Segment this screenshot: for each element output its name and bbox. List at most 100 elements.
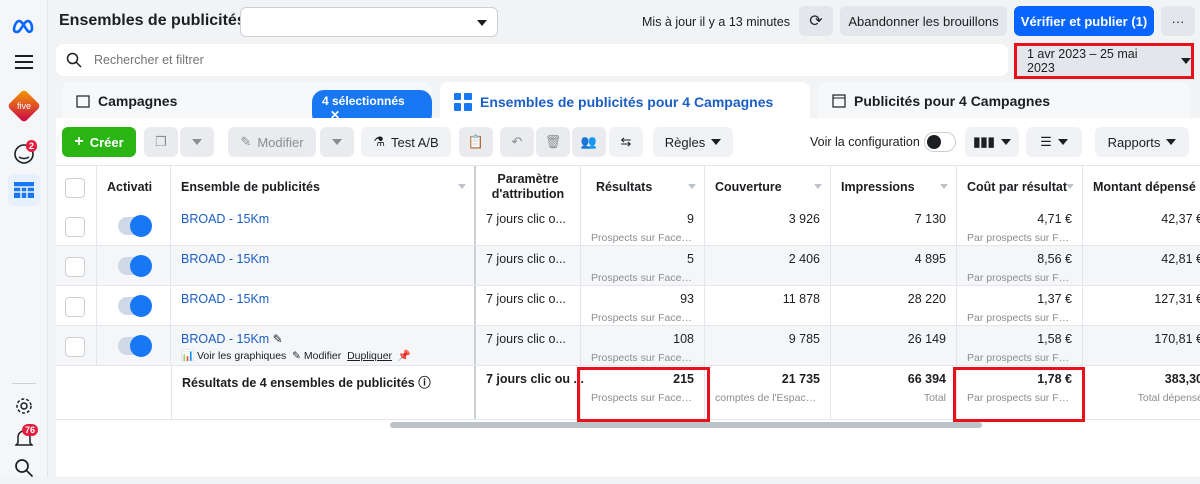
horizontal-scrollbar[interactable] [390,422,982,428]
table-row[interactable]: BROAD - 15Km 7 jours clic o... 93 Prospec… [56,286,1200,326]
discard-drafts-button[interactable]: Abandonner les brouillons [840,6,1007,36]
cpr-cell: 1,58 € Par prospects sur Fa... [957,326,1083,365]
adset-name-link[interactable]: BROAD - 15Km [181,332,269,346]
search-bar[interactable] [56,44,1008,76]
refresh-button[interactable]: ⟳ [799,6,833,36]
view-charts-link[interactable]: 📊 Voir les graphiques [181,350,286,362]
chevron-down-icon [332,139,342,145]
row-checkbox[interactable] [65,217,85,237]
left-sidebar: five 2 76 [0,0,48,478]
account-logo-icon[interactable]: five [7,89,41,123]
export-button[interactable]: ⇆ [609,127,643,157]
menu-icon[interactable] [8,46,40,78]
results-cell: 5 Prospects sur Faceb... [581,246,705,285]
row-checkbox[interactable] [65,297,85,317]
adset-name-link[interactable]: BROAD - 15Km [181,252,269,266]
columns-icon: ▮▮▮ [973,134,995,149]
col-cpr[interactable]: Coût par résultat [957,166,1083,206]
reach-cell: 3 926 [705,206,831,245]
reach-cell: 11 878 [705,286,831,325]
delete-button[interactable]: 🗑 [536,127,570,157]
last-updated: Mis à jour il y a 13 minutes [642,15,790,29]
table-row[interactable]: BROAD - 15Km 7 jours clic o... 9 Prospect… [56,206,1200,246]
row-checkbox[interactable] [65,337,85,357]
results-cell: 93 Prospects sur Faceb... [581,286,705,325]
duplicate-dropdown[interactable] [180,127,214,157]
summary-attribution: 7 jours clic ou ... [476,366,584,419]
adset-name-link[interactable]: BROAD - 15Km [181,292,269,306]
breakdown-button[interactable]: ☰ [1026,127,1082,157]
col-name[interactable]: Ensemble de publicités [171,166,476,206]
pin-icon[interactable]: 📌 [398,350,411,362]
view-config-label: Voir la configuration [810,135,920,149]
chevron-down-icon [477,20,487,26]
settings-gear-icon[interactable] [8,390,40,422]
adset-name-link[interactable]: BROAD - 15Km [181,212,269,226]
duplicate-icon: ❐ [155,134,167,149]
col-reach[interactable]: Couverture [705,166,831,206]
col-spent[interactable]: Montant dépensé [1083,166,1200,206]
col-results[interactable]: Résultats [581,166,705,206]
attribution-cell: 7 jours clic o... [476,326,581,365]
ab-test-button[interactable]: ⚗ Test A/B [361,127,451,157]
info-icon[interactable]: ⓘ [418,376,431,390]
spent-cell: 127,31 € [1154,292,1200,306]
more-button[interactable]: ··· [1161,6,1195,36]
tab-campaigns[interactable]: Campagnes 4 sélectionnés ✕ [62,82,432,126]
spent-cell: 42,37 € [1161,212,1200,226]
attribution-cell: 7 jours clic o... [476,246,581,285]
impressions-cell: 28 220 [831,286,957,325]
pencil-icon[interactable]: ✎ [273,332,283,346]
folder-icon [76,95,90,108]
table-row[interactable]: BROAD - 15Km 7 jours clic o... 5 Prospect… [56,246,1200,286]
breakdown-icon: ☰ [1040,134,1052,149]
clipboard-button[interactable]: 📋 [459,127,493,157]
duplicate-link[interactable]: Dupliquer [347,350,392,362]
impressions-cell: 4 895 [831,246,957,285]
tab-adsets[interactable]: Ensembles de publicités pour 4 Campagnes [440,82,810,122]
ads-manager-table-icon[interactable] [8,174,40,206]
undo-button[interactable]: ↶ [500,127,534,157]
activation-toggle[interactable] [117,295,152,317]
sort-icon [940,184,948,189]
notifications-face-icon[interactable]: 2 [8,138,40,170]
col-activation[interactable]: Activati [97,166,171,206]
search-input[interactable] [94,50,974,70]
row-checkbox[interactable] [65,257,85,277]
edit-button[interactable]: ✎ Modifier [228,127,316,157]
select-all-checkbox[interactable] [65,178,85,198]
adset-dropdown[interactable] [240,7,498,37]
duplicate-button[interactable]: ❐ [144,127,178,157]
activation-toggle[interactable] [117,215,152,237]
create-button[interactable]: + Créer [62,127,136,157]
col-attribution[interactable]: Paramètre d'attribution [476,166,581,206]
attribution-cell: 7 jours clic o... [476,206,581,245]
audience-button[interactable]: 👥 [572,127,606,157]
edit-link[interactable]: ✎ Modifier [292,350,341,362]
col-impressions[interactable]: Impressions [831,166,957,206]
date-range-picker[interactable]: 1 avr 2023 – 25 mai 2023 [1014,43,1194,79]
pencil-icon: ✎ [292,350,301,362]
chevron-down-icon [1181,58,1191,64]
adsets-grid-icon [454,93,472,111]
summary-impressions: 66 394 Total [831,366,957,419]
sort-icon [1066,184,1074,189]
chevron-down-icon [1000,139,1011,145]
search-icon[interactable] [8,452,40,484]
reports-button[interactable]: Rapports [1095,127,1189,157]
tab-ads[interactable]: Publicités pour 4 Campagnes [818,82,1190,120]
columns-button[interactable]: ▮▮▮ [965,127,1019,157]
meta-logo-icon[interactable] [8,10,40,42]
bell-icon[interactable]: 76 [8,422,40,454]
chart-icon: 📊 [181,350,195,362]
activation-toggle[interactable] [117,335,152,357]
review-publish-button[interactable]: Vérifier et publier (1) [1014,6,1154,36]
activation-toggle[interactable] [117,255,152,277]
view-config-toggle[interactable] [924,132,956,152]
rules-button[interactable]: Règles [653,127,733,157]
sort-icon [688,184,696,189]
table-row[interactable]: BROAD - 15Km ✎ 📊 Voir les graphiques ✎ M… [56,326,1200,366]
edit-dropdown[interactable] [320,127,354,157]
sidebar-divider [12,383,36,384]
attribution-cell: 7 jours clic o... [476,286,581,325]
